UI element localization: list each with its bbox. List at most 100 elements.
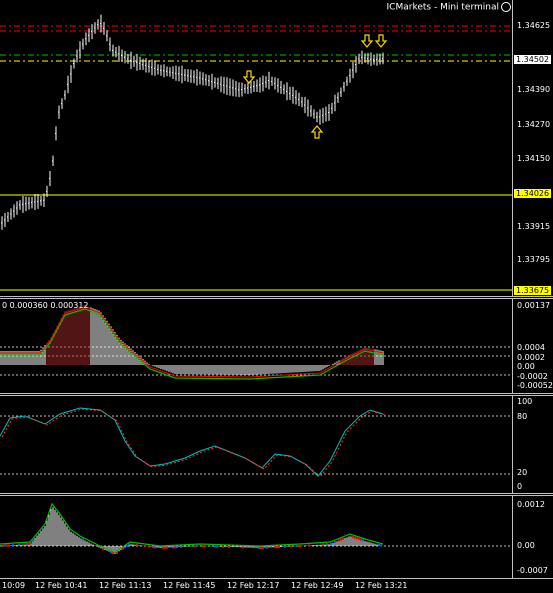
- osma-marker: [148, 545, 150, 548]
- osma-marker: [260, 546, 262, 549]
- osma-marker: [18, 543, 20, 546]
- macd-pane[interactable]: 0 0.000360 0.000312 0.00137 0.0004 0.000…: [0, 299, 553, 393]
- price-level-label: 1.34026: [514, 189, 552, 198]
- osma-marker: [334, 541, 336, 543]
- stoch-tick: 20: [517, 468, 528, 477]
- osma-marker: [124, 546, 126, 549]
- osma-tick: 0.0012: [517, 500, 545, 509]
- osma-marker: [284, 545, 286, 548]
- osma-marker: [326, 543, 328, 546]
- macd-chart: [0, 305, 512, 380]
- osma-marker: [176, 546, 178, 549]
- stoch-signal-line: [1, 408, 386, 478]
- osma-marker: [82, 538, 84, 541]
- osma-marker: [180, 545, 182, 548]
- osma-marker: [196, 545, 198, 548]
- osma-marker: [356, 537, 358, 540]
- price-tick: 1.34625: [517, 21, 551, 30]
- osma-marker: [202, 545, 204, 548]
- osma-marker: [342, 537, 344, 540]
- osma-pane[interactable]: 0.0012 0.00 -0.0007: [0, 496, 553, 578]
- osma-marker: [222, 545, 224, 548]
- macd-tick: -0.0002: [517, 372, 548, 381]
- window-title-text: ICMarkets - Mini terminal: [386, 2, 499, 13]
- osma-marker: [330, 542, 332, 545]
- price-pane[interactable]: ICMarkets - Mini terminal 1.34625 1.3450…: [0, 0, 553, 296]
- osma-marker: [362, 539, 364, 542]
- osma-marker: [296, 545, 298, 548]
- price-plot[interactable]: [0, 0, 512, 296]
- arrow-up-icon: [310, 125, 324, 139]
- price-scale[interactable]: 1.34625 1.34502 1.34390 1.34270 1.34150 …: [512, 0, 553, 296]
- price-tick: 1.34270: [517, 120, 551, 129]
- osma-marker: [360, 538, 362, 541]
- osma-marker: [298, 545, 300, 548]
- stochastic-scale[interactable]: 100 80 20 0: [512, 396, 553, 493]
- price-tick: 1.34150: [517, 154, 551, 163]
- osma-marker: [4, 544, 6, 547]
- macd-tick: 0.00: [517, 362, 535, 371]
- osma-marker: [152, 546, 154, 549]
- osma-marker: [262, 546, 264, 549]
- osma-marker: [24, 543, 26, 546]
- osma-marker: [204, 545, 206, 548]
- time-label: 12 Feb 11:45: [163, 581, 216, 590]
- price-current-label: 1.34502: [514, 55, 552, 64]
- macd-tick: -0.00052: [517, 381, 553, 390]
- osma-marker: [112, 552, 114, 555]
- osma-marker: [12, 544, 14, 547]
- osma-marker: [110, 551, 112, 554]
- osma-marker: [358, 538, 360, 540]
- window-title: ICMarkets - Mini terminal: [387, 2, 511, 13]
- macd-scale[interactable]: 0.00137 0.0004 0.0002 0.00 -0.0002 -0.00…: [512, 299, 553, 393]
- osma-marker: [378, 543, 380, 546]
- osma-marker: [144, 545, 146, 547]
- osma-marker: [174, 546, 176, 549]
- stochastic-pane[interactable]: 100 80 20 0: [0, 396, 553, 493]
- osma-marker: [354, 536, 356, 539]
- time-label: 12 Feb 10:41: [35, 581, 88, 590]
- time-axis[interactable]: 10:09 12 Feb 10:41 12 Feb 11:13 12 Feb 1…: [0, 578, 553, 593]
- osma-marker: [8, 544, 10, 547]
- time-label: 12 Feb 11:13: [99, 581, 152, 590]
- stoch-tick: 100: [517, 397, 533, 406]
- osma-marker: [274, 546, 276, 549]
- osma-marker: [28, 543, 30, 546]
- osma-marker: [116, 551, 118, 554]
- osma-marker: [136, 543, 138, 546]
- osma-marker: [214, 545, 216, 548]
- osma-scale[interactable]: 0.0012 0.00 -0.0007: [512, 496, 553, 578]
- time-label: 12 Feb 12:17: [227, 581, 280, 590]
- macd-plot[interactable]: 0 0.000360 0.000312: [0, 299, 512, 393]
- price-tick: 1.34390: [517, 85, 551, 94]
- macd-tick: 0.0002: [517, 353, 545, 362]
- osma-marker: [154, 546, 156, 549]
- osma-marker: [266, 546, 268, 549]
- stoch-tick: 0: [517, 482, 523, 491]
- macd-label: 0 0.000360 0.000312: [2, 301, 89, 310]
- osma-marker: [2, 544, 4, 547]
- osma-marker: [164, 546, 166, 549]
- osma-marker: [216, 545, 218, 548]
- osma-chart: [0, 502, 512, 555]
- stochastic-plot[interactable]: [0, 396, 512, 493]
- osma-marker: [128, 543, 130, 546]
- price-tick: 1.33795: [517, 255, 551, 264]
- osma-marker: [166, 546, 168, 549]
- osma-marker: [102, 548, 104, 551]
- price-tick: 1.33915: [517, 222, 551, 231]
- osma-marker: [242, 546, 244, 549]
- osma-marker: [290, 545, 292, 548]
- osma-plot[interactable]: [0, 496, 512, 578]
- osma-marker: [126, 545, 128, 547]
- osma-tick: -0.0007: [517, 566, 548, 575]
- macd-tick: 0.00137: [517, 301, 551, 310]
- smiley-icon: [501, 2, 511, 12]
- arrow-down-icon: [360, 34, 374, 48]
- osma-marker: [300, 544, 302, 547]
- time-label: 12 Feb 13:21: [355, 581, 408, 590]
- osma-marker: [162, 546, 164, 549]
- osma-marker: [338, 539, 340, 542]
- arrow-down-icon: [374, 34, 388, 48]
- time-label: 12 Feb 12:49: [291, 581, 344, 590]
